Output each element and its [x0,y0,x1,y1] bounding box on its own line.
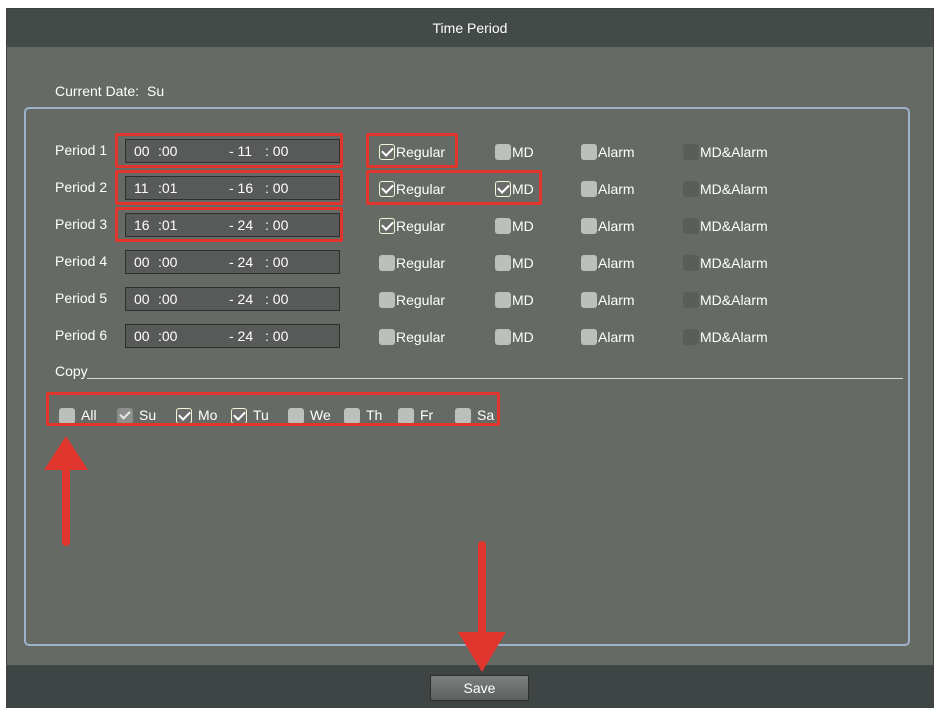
highlight-period2-regular-md [366,170,542,205]
md-checkbox[interactable] [495,144,511,160]
md-label: MD [512,255,534,271]
period-label: Period 2 [55,179,108,195]
alarm-label: Alarm [598,292,635,308]
md-label: MD [512,144,534,160]
start-minute[interactable]: :00 [158,288,177,310]
copy-divider [87,378,903,379]
period-time-field[interactable]: 00 :00 - 24 : 00 [125,250,340,274]
period-label: Period 5 [55,290,108,306]
period-label: Period 4 [55,253,108,269]
md-alarm-checkbox[interactable] [683,181,699,197]
alarm-checkbox[interactable] [581,255,597,271]
regular-checkbox[interactable] [379,255,395,271]
alarm-checkbox[interactable] [581,181,597,197]
start-hour[interactable]: 00 [134,251,150,273]
end-hour[interactable]: - 24 [229,251,253,273]
md-alarm-checkbox[interactable] [683,292,699,308]
current-date-label: Current Date: [55,83,140,99]
regular-label: Regular [396,218,446,234]
alarm-label: Alarm [598,181,635,197]
dialog-footer: Save [7,665,933,707]
md-label: MD [512,218,534,234]
md-alarm-checkbox[interactable] [683,255,699,271]
regular-label: Regular [396,292,446,308]
md-alarm-label: MD&Alarm [700,255,768,271]
dialog-title: Time Period [7,9,933,47]
period-time-field[interactable]: 00 :00 - 24 : 00 [125,287,340,311]
time-period-dialog: Time Period Current Date: Su Period 1 00 … [6,8,934,708]
alarm-label: Alarm [598,218,635,234]
highlight-period2-time [115,170,343,205]
md-checkbox[interactable] [495,329,511,345]
md-alarm-checkbox[interactable] [683,144,699,160]
period-time-field[interactable]: 00 :00 - 24 : 00 [125,324,340,348]
alarm-label: Alarm [598,329,635,345]
copy-section-label: Copy [55,363,88,379]
regular-label: Regular [396,255,446,271]
end-hour[interactable]: - 24 [229,325,253,347]
alarm-checkbox[interactable] [581,144,597,160]
current-date-value: Su [147,83,165,99]
md-checkbox[interactable] [495,255,511,271]
md-alarm-label: MD&Alarm [700,181,768,197]
regular-label: Regular [396,329,446,345]
md-checkbox[interactable] [495,218,511,234]
md-alarm-label: MD&Alarm [700,144,768,160]
md-label: MD [512,292,534,308]
start-minute[interactable]: :00 [158,325,177,347]
end-minute[interactable]: : 00 [265,325,288,347]
md-checkbox[interactable] [495,292,511,308]
current-date: Current Date: Su [55,83,164,99]
alarm-checkbox[interactable] [581,292,597,308]
md-alarm-checkbox[interactable] [683,329,699,345]
period-label: Period 6 [55,327,108,343]
alarm-checkbox[interactable] [581,218,597,234]
start-hour[interactable]: 00 [134,288,150,310]
alarm-checkbox[interactable] [581,329,597,345]
md-alarm-label: MD&Alarm [700,329,768,345]
highlight-period3-time [115,207,343,242]
period-label: Period 3 [55,216,108,232]
end-minute[interactable]: : 00 [265,288,288,310]
end-minute[interactable]: : 00 [265,251,288,273]
highlight-period1-regular [366,133,458,168]
md-alarm-checkbox[interactable] [683,218,699,234]
md-label: MD [512,329,534,345]
regular-checkbox[interactable] [379,218,395,234]
start-hour[interactable]: 00 [134,325,150,347]
highlight-copy-days [46,392,500,426]
end-hour[interactable]: - 24 [229,288,253,310]
md-alarm-label: MD&Alarm [700,218,768,234]
regular-checkbox[interactable] [379,292,395,308]
save-button[interactable]: Save [430,675,529,701]
period-label: Period 1 [55,142,108,158]
alarm-label: Alarm [598,144,635,160]
alarm-label: Alarm [598,255,635,271]
start-minute[interactable]: :00 [158,251,177,273]
regular-checkbox[interactable] [379,329,395,345]
highlight-period1-time [115,133,343,168]
md-alarm-label: MD&Alarm [700,292,768,308]
